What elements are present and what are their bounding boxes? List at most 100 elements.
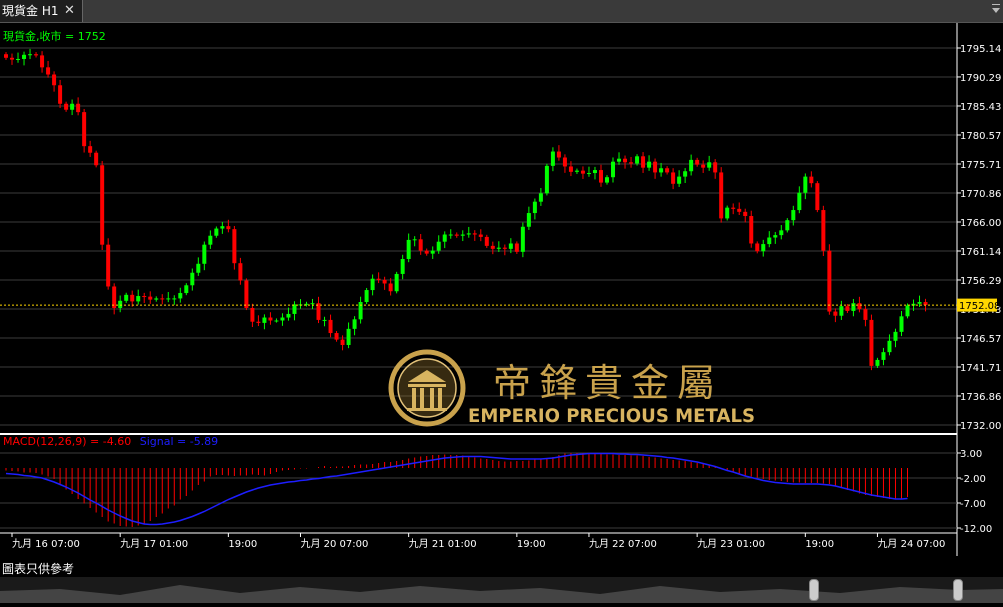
candle-body: [34, 54, 39, 56]
candle-body: [550, 151, 555, 166]
time-tick-label: 九月 22 07:00: [589, 538, 657, 550]
price-axis-labels: 1795.14 1790.29 1785.43 1780.57 1775.71 1770.…: [960, 44, 1001, 432]
tab-title: 現貨金 H1: [2, 4, 59, 18]
price-series-label: 現貨金,收市 = 1752: [3, 29, 106, 43]
logo-pillar: [420, 388, 424, 408]
price-tick-label: 1780.57: [960, 131, 1001, 142]
candle-body: [869, 319, 874, 366]
candle-body: [262, 317, 267, 323]
candle-body: [815, 183, 820, 211]
candle-body: [556, 151, 561, 158]
candle-body: [893, 331, 898, 341]
candle-body: [851, 303, 856, 311]
candle-body: [454, 234, 459, 236]
candle-body: [611, 161, 616, 178]
chart-scrollbar[interactable]: [0, 577, 1003, 603]
candle-body: [256, 321, 261, 323]
candle-body: [172, 298, 177, 300]
candle-body: [190, 272, 195, 286]
candle-body: [22, 54, 27, 59]
candle-body: [130, 294, 135, 302]
time-tick-label: 九月 24 07:00: [877, 538, 945, 550]
candle-body: [719, 172, 724, 219]
chart-area[interactable]: 1795.14 1790.29 1785.43 1780.57 1775.71 1770.…: [0, 23, 1003, 556]
candle-body: [767, 237, 772, 245]
candle-body: [737, 208, 742, 212]
candle-body: [436, 241, 441, 251]
candle-body: [106, 244, 111, 287]
candle-body: [226, 226, 231, 230]
macd-tick-label: -7.00: [960, 499, 986, 510]
candle-body: [148, 296, 153, 300]
scroll-handle-left[interactable]: [809, 579, 819, 601]
candle-body: [202, 244, 207, 264]
price-tick-label: 1736.86: [960, 392, 1001, 403]
candle-body: [82, 112, 87, 147]
candle-body: [490, 245, 495, 249]
candle-body: [310, 303, 315, 305]
candle-body: [695, 159, 700, 165]
price-tick-label: 1795.14: [960, 44, 1001, 55]
candle-body: [382, 279, 387, 284]
candle-body: [76, 103, 81, 113]
candle-body: [328, 319, 333, 334]
tab-chart[interactable]: 現貨金 H1 ✕: [0, 0, 83, 22]
candle-body: [232, 229, 237, 264]
candle-body: [833, 311, 838, 316]
candle-body: [827, 250, 832, 312]
candle-body: [274, 320, 279, 322]
candle-body: [665, 168, 670, 173]
candle-body: [526, 213, 531, 227]
candle-body: [478, 234, 483, 237]
macd-histogram: [5, 453, 908, 527]
candle-body: [899, 316, 904, 332]
candle-body: [785, 220, 790, 231]
candle-body: [749, 216, 754, 244]
close-icon[interactable]: ✕: [64, 0, 75, 22]
time-tick-label: 九月 23 01:00: [697, 538, 765, 550]
scrollbar-preview: [0, 585, 1003, 603]
candle-body: [442, 234, 447, 242]
scroll-handle-right[interactable]: [953, 579, 963, 601]
candle-body: [100, 165, 105, 245]
time-tick-label: 九月 21 01:00: [409, 538, 477, 550]
candle-body: [268, 317, 273, 321]
price-tick-label: 1770.86: [960, 189, 1001, 200]
candle-body: [196, 263, 201, 273]
candle-body: [839, 306, 844, 316]
candle-body: [88, 146, 93, 153]
candle-body: [683, 171, 688, 177]
time-axis: 九月 16 07:00 九月 17 01:00 19:00 九月 20 07:00 九月…: [0, 532, 957, 550]
candle-body: [725, 207, 730, 219]
candle-body: [292, 304, 297, 314]
candle-body: [592, 170, 597, 174]
candle-body: [460, 234, 465, 236]
candle-body: [346, 328, 351, 345]
candle-body: [598, 170, 603, 183]
candle-body: [821, 210, 826, 251]
chevron-down-icon[interactable]: [991, 3, 1001, 15]
time-tick-label: 19:00: [228, 539, 257, 550]
time-tick-label: 19:00: [805, 539, 834, 550]
candle-body: [4, 54, 8, 58]
candle-body: [160, 298, 165, 300]
candle-body: [40, 55, 45, 68]
candle-body: [845, 306, 850, 311]
candle-body: [388, 283, 393, 292]
logo-pillar: [412, 388, 416, 408]
candle-body: [779, 230, 784, 236]
macd-tick-label: -12.00: [960, 524, 992, 535]
price-tick-label: 1785.43: [960, 102, 1001, 113]
candle-body: [430, 250, 435, 254]
logo-chinese-text: 帝鋒貴金屬: [493, 361, 723, 405]
candle-body: [322, 319, 327, 321]
candle-body: [623, 158, 628, 163]
candle-body: [52, 74, 57, 86]
candle-body: [250, 307, 255, 322]
candle-body: [797, 192, 802, 211]
candle-body: [64, 103, 69, 110]
time-tick-label: 九月 20 07:00: [300, 538, 368, 550]
candle-body: [863, 309, 868, 320]
price-tick-label: 1741.71: [960, 363, 1001, 374]
candle-body: [94, 152, 99, 166]
